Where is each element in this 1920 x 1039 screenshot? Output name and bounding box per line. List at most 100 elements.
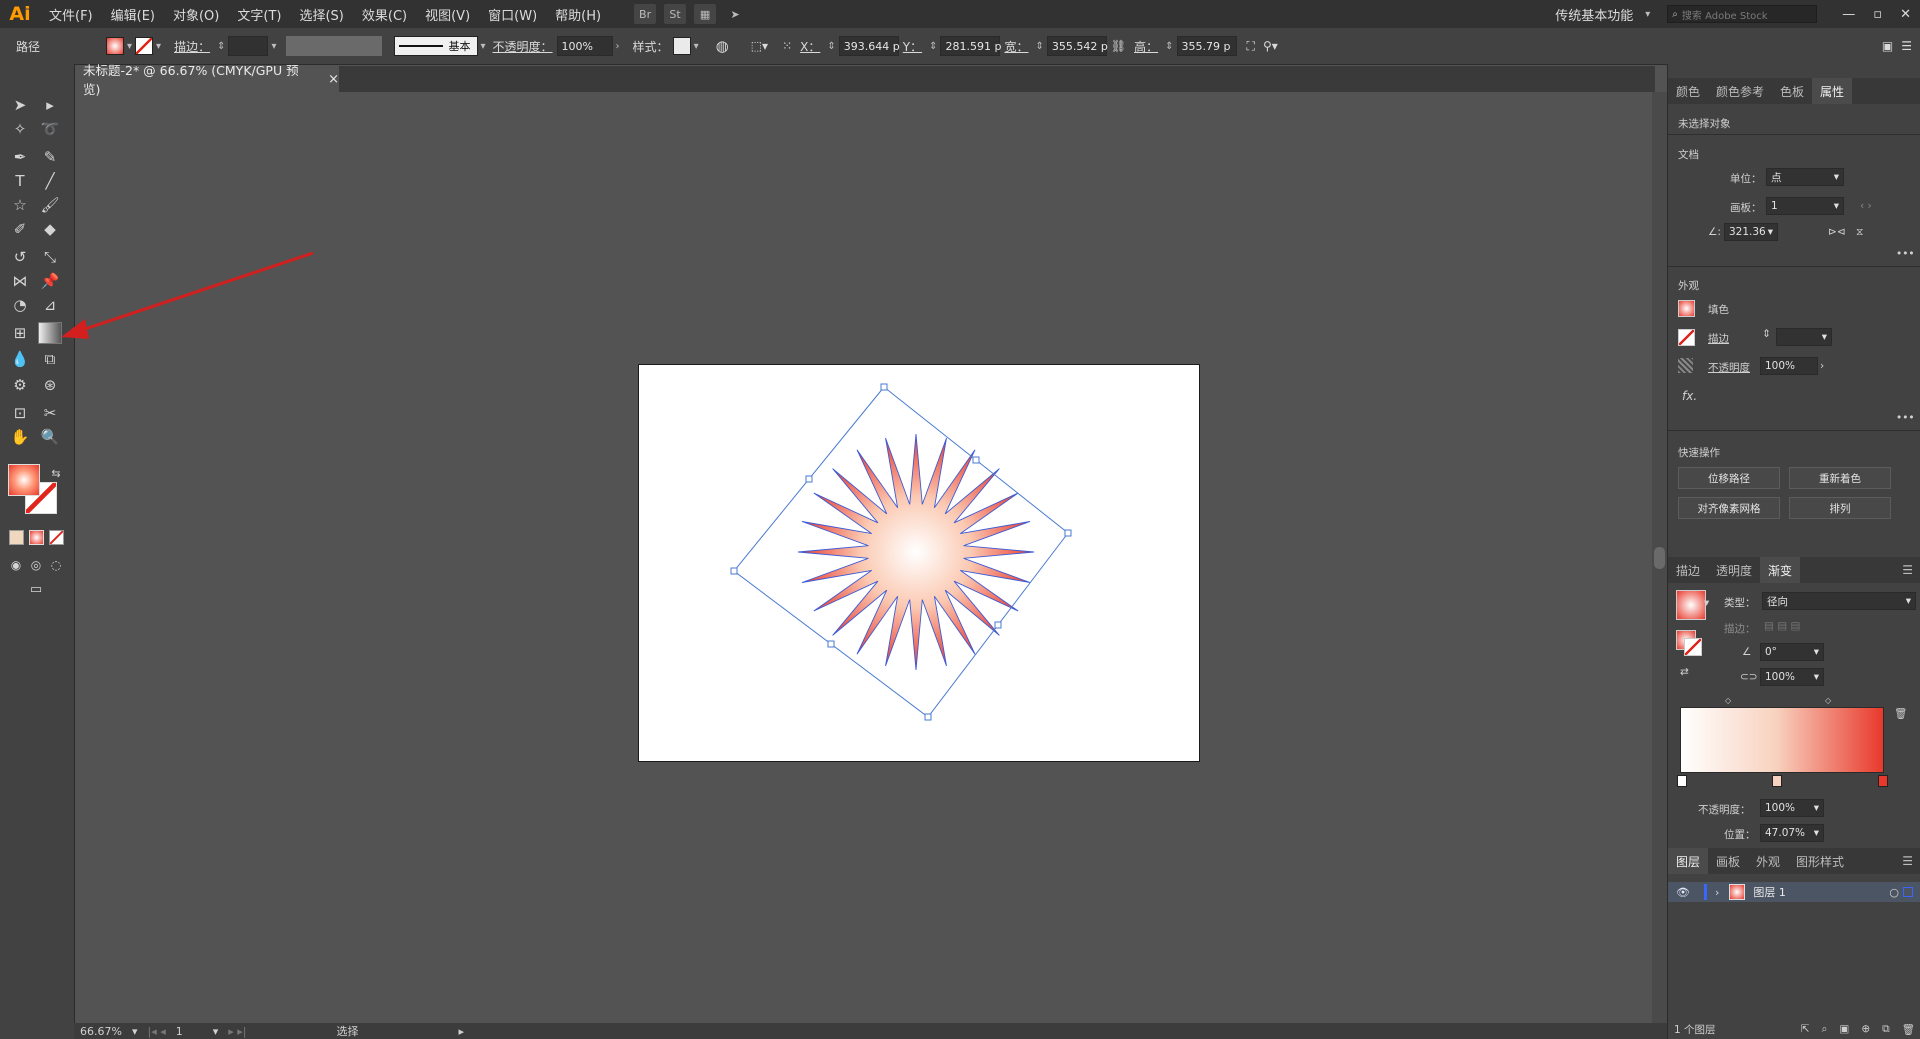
- clipping-mask-icon[interactable]: ▣: [1839, 1023, 1849, 1035]
- rotation-input[interactable]: 321.36 ▾: [1724, 223, 1778, 241]
- arrange-documents-icon[interactable]: ▦: [694, 4, 717, 24]
- stop-location-input[interactable]: 47.07% ▾: [1760, 824, 1824, 842]
- graphic-style-swatch[interactable]: [672, 37, 691, 55]
- panel-menu-icon[interactable]: ☰: [1894, 848, 1920, 874]
- stepper-icon[interactable]: ⇕: [217, 41, 225, 52]
- artboard-tool-icon[interactable]: ⊡: [8, 402, 32, 424]
- last-artboard-icon[interactable]: ▸ ▸|: [228, 1025, 246, 1038]
- gradient-stop-middle[interactable]: [1772, 775, 1782, 787]
- bounding-box-handle[interactable]: [972, 456, 980, 464]
- close-window-button[interactable]: ✕: [1891, 7, 1920, 22]
- pen-tool-icon[interactable]: ✒: [8, 146, 32, 168]
- tab-appearance[interactable]: 外观: [1748, 848, 1788, 874]
- bounding-box-handle[interactable]: [924, 713, 932, 721]
- width-tool-icon[interactable]: ⋈: [8, 270, 32, 292]
- unit-select[interactable]: 点 ▾: [1766, 168, 1844, 186]
- tab-graphic-styles[interactable]: 图形样式: [1788, 848, 1852, 874]
- opacity-input[interactable]: 100%: [556, 36, 613, 56]
- slice-tool-icon[interactable]: ✂: [38, 402, 62, 424]
- paintbrush-tool-icon[interactable]: 🖌: [38, 194, 62, 216]
- stroke-gradient-options-icon[interactable]: ▤ ▤ ▤: [1764, 620, 1800, 632]
- bounding-box-handle[interactable]: [805, 475, 813, 483]
- menu-window[interactable]: 窗口(W): [479, 5, 546, 24]
- scroll-thumb[interactable]: [1654, 547, 1665, 569]
- menu-effect[interactable]: 效果(C): [353, 5, 416, 24]
- chevron-down-icon[interactable]: ▾: [481, 41, 486, 52]
- opacity-field[interactable]: 100%: [1760, 357, 1818, 375]
- tab-swatches[interactable]: 色板: [1772, 78, 1812, 104]
- direct-selection-tool-icon[interactable]: ▸: [38, 94, 62, 116]
- rotate-tool-icon[interactable]: ↺: [8, 246, 32, 268]
- midpoint-diamond-icon[interactable]: ◇: [1725, 696, 1731, 705]
- bridge-button[interactable]: Br: [634, 4, 657, 24]
- artboard-nav-icon[interactable]: ‹ ›: [1860, 200, 1872, 212]
- curvature-tool-icon[interactable]: ✎: [38, 146, 62, 168]
- minimize-button[interactable]: —: [1833, 7, 1864, 22]
- status-menu-icon[interactable]: ▸: [459, 1025, 465, 1038]
- artboard-select[interactable]: 1 ▾: [1766, 197, 1844, 215]
- menu-select[interactable]: 选择(S): [290, 5, 352, 24]
- panel-menu-icon[interactable]: ☰: [1901, 39, 1912, 53]
- appearance-stroke-swatch[interactable]: [1678, 329, 1695, 346]
- new-sublayer-icon[interactable]: ⊕: [1861, 1023, 1870, 1035]
- starburst-artwork[interactable]: [720, 380, 1100, 740]
- gradient-preview-swatch[interactable]: [1676, 590, 1706, 620]
- arrange-button[interactable]: 排列: [1789, 497, 1891, 519]
- stepper-icon[interactable]: ⇕: [1036, 41, 1044, 52]
- tab-artboards[interactable]: 画板: [1708, 848, 1748, 874]
- chevron-down-icon[interactable]: ▾: [1704, 597, 1709, 609]
- chevron-down-icon[interactable]: ▾: [694, 41, 699, 52]
- tab-color[interactable]: 颜色: [1668, 78, 1708, 104]
- layer-name[interactable]: 图层 1: [1753, 884, 1786, 900]
- panel-menu-icon[interactable]: ☰: [1894, 557, 1920, 583]
- line-tool-icon[interactable]: ╱: [38, 170, 62, 192]
- visibility-eye-icon[interactable]: 👁: [1676, 886, 1690, 899]
- maximize-button[interactable]: ▫: [1864, 7, 1891, 22]
- hand-tool-icon[interactable]: ✋: [8, 426, 32, 448]
- gradient-stop-right[interactable]: [1878, 775, 1888, 787]
- locate-object-icon[interactable]: ⌕: [1822, 1023, 1828, 1036]
- new-layer-icon[interactable]: ⧉: [1882, 1023, 1890, 1036]
- gradient-mode-swatch[interactable]: [29, 530, 44, 545]
- blend-tool-icon[interactable]: ⧉: [38, 348, 62, 370]
- stepper-icon[interactable]: ⇕: [827, 41, 835, 52]
- panel-toggle-icon[interactable]: ▣: [1882, 39, 1893, 53]
- flip-vertical-icon[interactable]: ⧖: [1856, 226, 1863, 239]
- delete-layer-icon[interactable]: 🗑: [1902, 1023, 1915, 1036]
- stroke-weight-input[interactable]: [228, 36, 269, 56]
- flip-horizontal-icon[interactable]: ⊳⊲: [1828, 226, 1846, 238]
- color-mode-swatch[interactable]: [9, 530, 24, 545]
- menu-help[interactable]: 帮助(H): [546, 5, 610, 24]
- tab-color-guide[interactable]: 颜色参考: [1708, 78, 1772, 104]
- recolor-icon[interactable]: ◍: [716, 37, 729, 55]
- gradient-stop-left[interactable]: [1677, 775, 1687, 787]
- chevron-down-icon[interactable]: ▾: [213, 1025, 219, 1038]
- stroke-label[interactable]: 描边: [1708, 331, 1729, 346]
- column-graph-tool-icon[interactable]: ⊛: [38, 374, 62, 396]
- tab-layers[interactable]: 图层: [1668, 848, 1709, 874]
- expand-layer-icon[interactable]: ›: [1715, 886, 1719, 899]
- bounding-box-handle[interactable]: [1064, 529, 1072, 537]
- fill-swatch[interactable]: [106, 37, 124, 55]
- gradient-type-select[interactable]: 径向 ▾: [1762, 592, 1916, 610]
- chevron-down-icon[interactable]: ▾: [271, 41, 276, 52]
- chevron-right-icon[interactable]: ›: [1820, 360, 1824, 372]
- y-input[interactable]: 281.591 p: [940, 36, 1001, 56]
- opacity-label[interactable]: 不透明度: [1708, 360, 1750, 375]
- lasso-tool-icon[interactable]: ➰: [38, 118, 62, 140]
- height-input[interactable]: 355.79 p: [1176, 36, 1237, 56]
- star-tool-icon[interactable]: ☆: [8, 194, 32, 216]
- bounding-box-handle[interactable]: [827, 640, 835, 648]
- selection-indicator[interactable]: [1903, 887, 1913, 897]
- bounding-box-handle[interactable]: [730, 567, 738, 575]
- draw-inside-icon[interactable]: ◌: [44, 554, 68, 576]
- reverse-gradient-icon[interactable]: ⇄: [1680, 666, 1689, 678]
- isolate-icon[interactable]: ⚲▾: [1263, 39, 1278, 53]
- artboard-number[interactable]: 1: [176, 1025, 183, 1038]
- tab-gradient[interactable]: 渐变: [1760, 557, 1801, 583]
- align-icon[interactable]: ⬚▾: [751, 39, 768, 53]
- delete-stop-icon[interactable]: 🗑: [1894, 707, 1907, 720]
- swap-colors-icon[interactable]: ⇆: [44, 462, 68, 484]
- eyedropper-tool-icon[interactable]: 💧: [8, 348, 32, 370]
- shape-builder-tool-icon[interactable]: ◔: [8, 294, 32, 316]
